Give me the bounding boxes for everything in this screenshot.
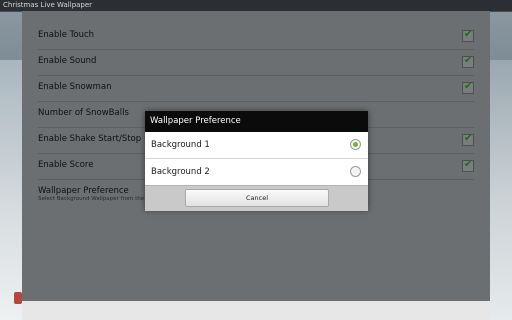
setting-label: Enable Snowman <box>38 82 112 92</box>
cancel-button[interactable]: Cancel <box>185 189 329 207</box>
dialog-footer: Cancel <box>145 185 368 211</box>
enable-snowman-checkbox[interactable]: ✔ <box>462 81 474 94</box>
setting-label: Enable Sound <box>38 56 97 66</box>
enable-sound-checkbox[interactable]: ✔ <box>462 55 474 68</box>
enable-score-checkbox[interactable]: ✔ <box>462 159 474 172</box>
radio-unchecked-icon[interactable] <box>350 166 361 177</box>
radio-checked-icon[interactable] <box>350 139 361 150</box>
checkmark-icon: ✔ <box>464 55 473 66</box>
checkmark-icon: ✔ <box>464 159 473 170</box>
enable-shake-checkbox[interactable]: ✔ <box>462 133 474 146</box>
checkmark-icon: ✔ <box>464 133 473 144</box>
dialog-title: Wallpaper Preference <box>150 116 241 126</box>
setting-enable-touch[interactable]: Enable Touch ✔ <box>38 23 474 50</box>
setting-summary: Select Background Wallpaper from the lis… <box>38 196 154 202</box>
bottom-bar <box>22 301 490 320</box>
wallpaper-decoration <box>14 292 22 304</box>
wallpaper-preference-dialog: Wallpaper Preference Background 1 Backgr… <box>145 111 368 211</box>
checkmark-icon: ✔ <box>464 29 473 40</box>
enable-touch-checkbox[interactable]: ✔ <box>462 29 474 42</box>
setting-enable-sound[interactable]: Enable Sound ✔ <box>38 49 474 76</box>
option-background-1[interactable]: Background 1 <box>145 132 368 158</box>
setting-label: Enable Touch <box>38 30 95 40</box>
wallpaper-snow-right <box>488 60 512 320</box>
wallpaper-snow-left <box>0 60 24 320</box>
setting-label: Enable Shake Start/Stop <box>38 134 142 144</box>
setting-label: Number of SnowBalls <box>38 108 129 118</box>
setting-enable-snowman[interactable]: Enable Snowman ✔ <box>38 75 474 102</box>
option-label: Background 2 <box>151 167 210 177</box>
radio-dot <box>353 142 358 147</box>
window-title: Christmas Live Wallpaper <box>3 1 93 9</box>
checkmark-icon: ✔ <box>464 81 473 92</box>
option-background-2[interactable]: Background 2 <box>145 158 368 185</box>
setting-label: Enable Score <box>38 160 94 170</box>
dialog-titlebar: Wallpaper Preference <box>145 111 368 132</box>
option-label: Background 1 <box>151 140 210 150</box>
